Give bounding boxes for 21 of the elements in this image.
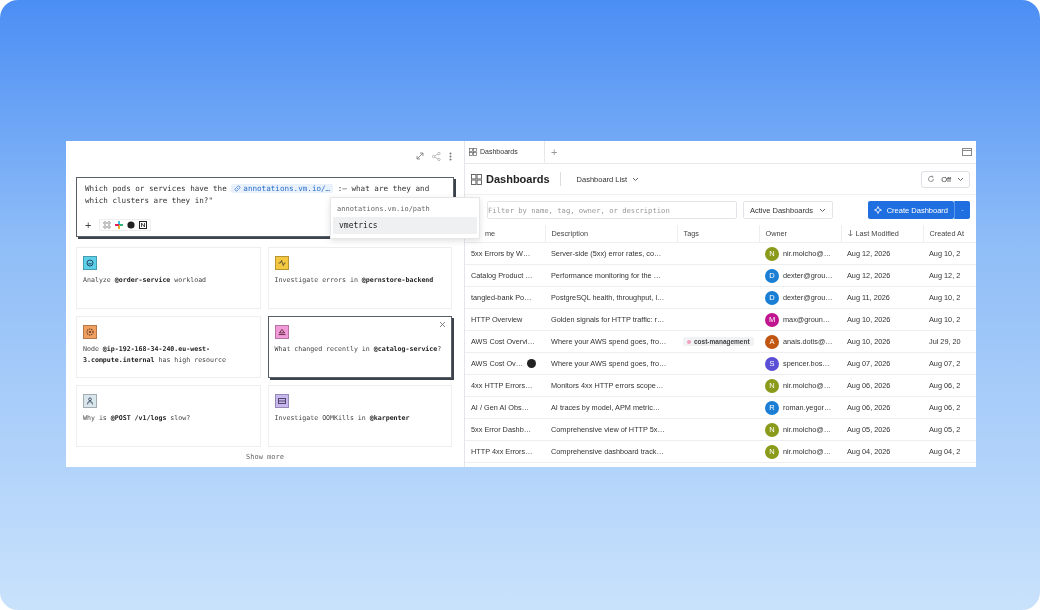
link-icon — [234, 185, 242, 192]
refresh-icon — [927, 175, 936, 183]
hash-icon[interactable] — [115, 221, 124, 229]
sort-down-icon — [847, 229, 853, 237]
panel-icon[interactable] — [962, 148, 972, 156]
more-icon[interactable] — [449, 151, 452, 161]
page-title: Dashboards — [486, 173, 550, 185]
chevron-down-icon — [957, 176, 964, 182]
add-button[interactable]: + — [85, 219, 92, 231]
grid-icon — [469, 147, 477, 156]
expand-icon[interactable] — [416, 152, 424, 160]
grid-icon — [471, 173, 482, 185]
sparkle-icon — [873, 206, 882, 214]
nodes-icon[interactable] — [103, 221, 112, 229]
circle-icon[interactable] — [127, 221, 136, 229]
chevron-down-icon — [632, 176, 640, 182]
badge-icon — [527, 359, 537, 368]
close-icon[interactable] — [439, 321, 446, 328]
menu-item[interactable]: vmetrics — [333, 217, 477, 234]
chevron-down-icon — [818, 207, 826, 213]
notebook-icon[interactable] — [139, 221, 148, 229]
